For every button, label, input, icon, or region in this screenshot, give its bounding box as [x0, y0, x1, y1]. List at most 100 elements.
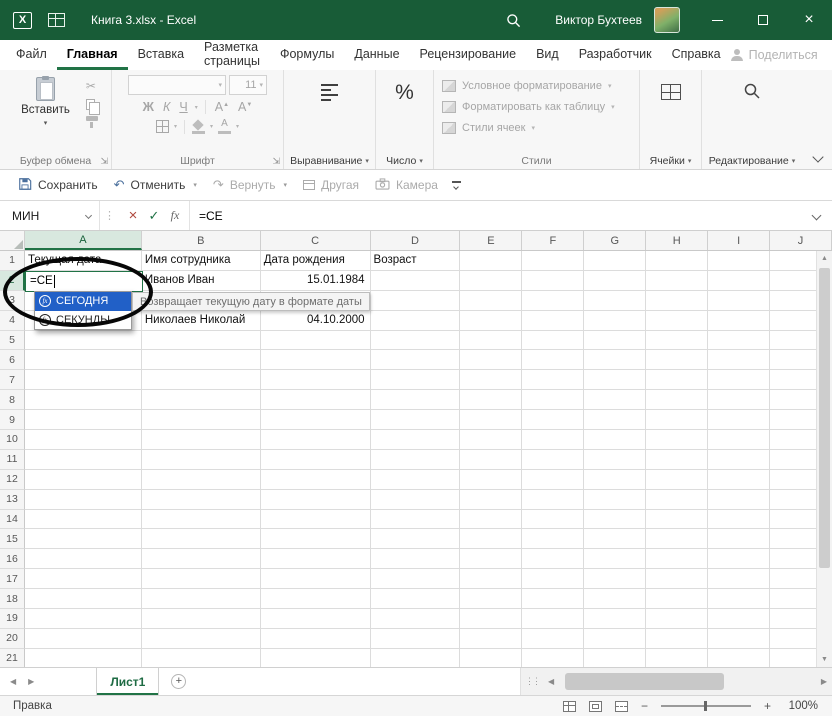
cell-E12[interactable] — [460, 470, 522, 490]
qat-overflow-icon[interactable] — [452, 181, 461, 189]
cell-H8[interactable] — [646, 390, 708, 410]
save-button[interactable]: Сохранить — [10, 170, 106, 200]
scroll-up-icon[interactable] — [817, 255, 832, 262]
cell-B4[interactable]: Николаев Николай — [142, 311, 261, 331]
cell-H6[interactable] — [646, 350, 708, 370]
tab-help[interactable]: Справка — [662, 40, 731, 70]
cell-G13[interactable] — [584, 490, 646, 510]
cell-B17[interactable] — [142, 569, 261, 589]
cell-G15[interactable] — [584, 529, 646, 549]
cell-B14[interactable] — [142, 510, 261, 530]
cell-E5[interactable] — [460, 331, 522, 351]
cell-A17[interactable] — [25, 569, 142, 589]
cells-group[interactable]: Ячейки — [640, 70, 702, 169]
cell-D11[interactable] — [371, 450, 461, 470]
cell-E15[interactable] — [460, 529, 522, 549]
cell-F2[interactable] — [522, 271, 584, 291]
clipboard-dialog-launcher-icon[interactable] — [100, 156, 108, 167]
grow-font-button[interactable]: А▲ — [213, 100, 231, 114]
cell-C20[interactable] — [261, 629, 371, 649]
cell-F20[interactable] — [522, 629, 584, 649]
cell-C14[interactable] — [261, 510, 371, 530]
cell-styles-button[interactable]: Стили ячеек — [442, 117, 535, 138]
page-break-view-icon[interactable] — [615, 701, 628, 712]
vertical-scroll-thumb[interactable] — [819, 268, 830, 568]
cell-E11[interactable] — [460, 450, 522, 470]
row-header-1[interactable]: 1 — [0, 251, 25, 271]
cell-G2[interactable] — [584, 271, 646, 291]
cell-G9[interactable] — [584, 410, 646, 430]
column-header-H[interactable]: H — [646, 231, 708, 250]
cell-D13[interactable] — [371, 490, 461, 510]
cell-F11[interactable] — [522, 450, 584, 470]
cell-F16[interactable] — [522, 549, 584, 569]
cell-D16[interactable] — [371, 549, 461, 569]
cell-C9[interactable] — [261, 410, 371, 430]
cell-G7[interactable] — [584, 370, 646, 390]
cell-E7[interactable] — [460, 370, 522, 390]
cell-D3[interactable] — [371, 291, 461, 311]
cell-I10[interactable] — [708, 430, 770, 450]
cell-I18[interactable] — [708, 589, 770, 609]
tab-review[interactable]: Рецензирование — [410, 40, 527, 70]
cell-B21[interactable] — [142, 649, 261, 667]
insert-function-icon[interactable] — [165, 208, 185, 223]
autocomplete-item[interactable]: СЕГОДНЯ — [35, 292, 131, 311]
cell-D21[interactable] — [371, 649, 461, 667]
cell-D6[interactable] — [371, 350, 461, 370]
row-header-8[interactable]: 8 — [0, 390, 25, 410]
cell-G4[interactable] — [584, 311, 646, 331]
cell-G8[interactable] — [584, 390, 646, 410]
cell-I11[interactable] — [708, 450, 770, 470]
cell-C2[interactable]: 15.01.1984 — [261, 271, 371, 291]
alignment-group[interactable]: Выравнивание — [284, 70, 376, 169]
cell-C5[interactable] — [261, 331, 371, 351]
cell-I3[interactable] — [708, 291, 770, 311]
cell-H11[interactable] — [646, 450, 708, 470]
cell-B19[interactable] — [142, 609, 261, 629]
cell-H5[interactable] — [646, 331, 708, 351]
redo-button[interactable]: Вернуть — [205, 170, 295, 200]
cell-A5[interactable] — [25, 331, 142, 351]
scroll-down-icon[interactable] — [817, 656, 832, 663]
cell-I1[interactable] — [708, 251, 770, 271]
cell-I15[interactable] — [708, 529, 770, 549]
cell-E8[interactable] — [460, 390, 522, 410]
borders-icon[interactable] — [156, 120, 169, 133]
cell-F3[interactable] — [522, 291, 584, 311]
row-header-7[interactable]: 7 — [0, 370, 25, 390]
cell-E6[interactable] — [460, 350, 522, 370]
name-box[interactable]: МИН — [0, 201, 100, 230]
cell-H18[interactable] — [646, 589, 708, 609]
cell-D14[interactable] — [371, 510, 461, 530]
cell-F21[interactable] — [522, 649, 584, 667]
cell-D4[interactable] — [371, 311, 461, 331]
cancel-entry-icon[interactable] — [123, 207, 143, 224]
cell-H10[interactable] — [646, 430, 708, 450]
cell-I12[interactable] — [708, 470, 770, 490]
cell-E3[interactable] — [460, 291, 522, 311]
cell-B20[interactable] — [142, 629, 261, 649]
bold-button[interactable]: Ж — [141, 100, 156, 114]
cell-D9[interactable] — [371, 410, 461, 430]
cell-A11[interactable] — [25, 450, 142, 470]
cell-G12[interactable] — [584, 470, 646, 490]
row-header-16[interactable]: 16 — [0, 549, 25, 569]
column-header-F[interactable]: F — [522, 231, 584, 250]
zoom-level[interactable]: 100% — [784, 700, 818, 712]
cell-F14[interactable] — [522, 510, 584, 530]
cell-B2[interactable]: Иванов Иван — [142, 271, 261, 291]
row-header-14[interactable]: 14 — [0, 510, 25, 530]
cell-H13[interactable] — [646, 490, 708, 510]
workbook-grid-icon[interactable] — [48, 13, 65, 27]
cell-E13[interactable] — [460, 490, 522, 510]
cell-I14[interactable] — [708, 510, 770, 530]
cell-I20[interactable] — [708, 629, 770, 649]
tab-formulas[interactable]: Формулы — [270, 40, 344, 70]
cell-A16[interactable] — [25, 549, 142, 569]
cell-G6[interactable] — [584, 350, 646, 370]
cell-G19[interactable] — [584, 609, 646, 629]
number-group[interactable]: % Число — [376, 70, 434, 169]
cell-F19[interactable] — [522, 609, 584, 629]
cell-I2[interactable] — [708, 271, 770, 291]
